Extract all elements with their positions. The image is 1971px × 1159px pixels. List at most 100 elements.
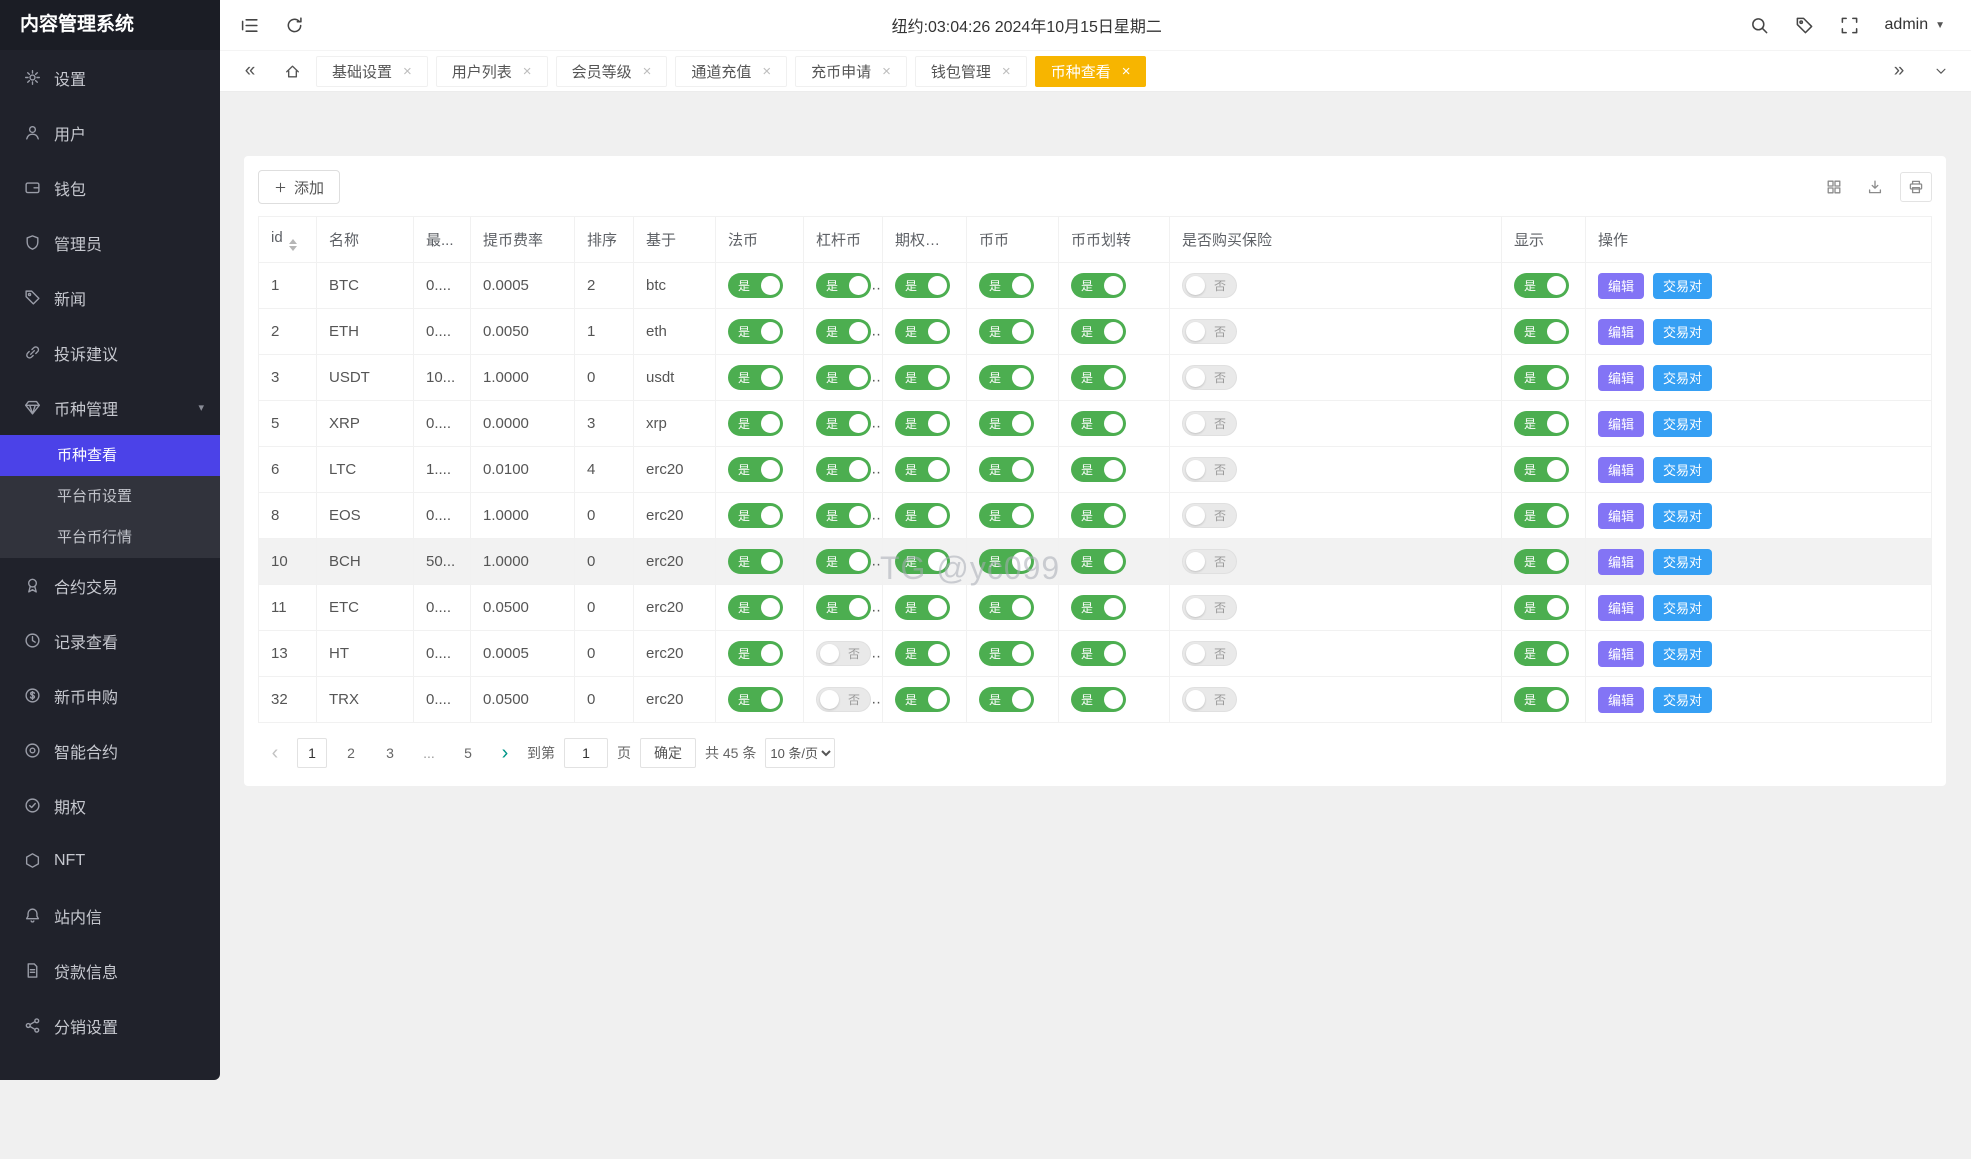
fiat-toggle[interactable]: 是: [728, 595, 783, 620]
edit-button[interactable]: 编辑: [1598, 641, 1644, 667]
sort-icon[interactable]: [289, 239, 297, 251]
options-trade-toggle[interactable]: 是: [895, 549, 950, 574]
display-toggle[interactable]: 是: [1514, 319, 1569, 344]
scroll-tabs-left-icon[interactable]: «: [232, 51, 268, 91]
sidebar-item-options[interactable]: 期权: [0, 778, 220, 833]
sidebar-subitem-coin-view[interactable]: 币种查看: [0, 435, 220, 476]
leverage-toggle[interactable]: 是: [816, 411, 871, 436]
fiat-toggle[interactable]: 是: [728, 641, 783, 666]
fullscreen-icon[interactable]: [1840, 16, 1859, 35]
options-trade-toggle[interactable]: 是: [895, 457, 950, 482]
coin-coin-toggle[interactable]: 是: [979, 595, 1034, 620]
sidebar-item-smart-contract[interactable]: 智能合约: [0, 723, 220, 778]
insurance-toggle[interactable]: 否: [1182, 365, 1237, 390]
tab-basic-settings[interactable]: 基础设置×: [316, 56, 428, 87]
sidebar-subitem-platform-coin-market[interactable]: 平台币行情: [0, 517, 220, 558]
edit-button[interactable]: 编辑: [1598, 687, 1644, 713]
display-toggle[interactable]: 是: [1514, 365, 1569, 390]
trading-pair-button[interactable]: 交易对: [1653, 549, 1712, 575]
sidebar-item-coin-manage[interactable]: 币种管理▾: [0, 380, 220, 435]
coin-transfer-toggle[interactable]: 是: [1071, 549, 1126, 574]
fiat-toggle[interactable]: 是: [728, 365, 783, 390]
insurance-toggle[interactable]: 否: [1182, 549, 1237, 574]
sidebar-item-distribution[interactable]: 分销设置: [0, 998, 220, 1053]
tab-member-level[interactable]: 会员等级×: [556, 56, 668, 87]
close-icon[interactable]: ×: [523, 64, 532, 79]
coin-coin-toggle[interactable]: 是: [979, 503, 1034, 528]
trading-pair-button[interactable]: 交易对: [1653, 411, 1712, 437]
tab-channel-recharge[interactable]: 通道充值×: [675, 56, 787, 87]
sidebar-item-loan[interactable]: 贷款信息: [0, 943, 220, 998]
display-toggle[interactable]: 是: [1514, 503, 1569, 528]
leverage-toggle[interactable]: 是: [816, 319, 871, 344]
page-number-1[interactable]: 1: [297, 738, 327, 768]
fiat-toggle[interactable]: 是: [728, 503, 783, 528]
tab-wallet-manage[interactable]: 钱包管理×: [915, 56, 1027, 87]
display-toggle[interactable]: 是: [1514, 595, 1569, 620]
options-trade-toggle[interactable]: 是: [895, 687, 950, 712]
insurance-toggle[interactable]: 否: [1182, 687, 1237, 712]
page-number-3[interactable]: 3: [375, 738, 405, 768]
trading-pair-button[interactable]: 交易对: [1653, 457, 1712, 483]
insurance-toggle[interactable]: 否: [1182, 273, 1237, 298]
close-icon[interactable]: ×: [1002, 64, 1011, 79]
trading-pair-button[interactable]: 交易对: [1653, 365, 1712, 391]
page-number-2[interactable]: 2: [336, 738, 366, 768]
leverage-toggle[interactable]: 是: [816, 273, 871, 298]
sidebar-item-settings[interactable]: 设置: [0, 50, 220, 105]
sidebar-item-messages[interactable]: 站内信: [0, 888, 220, 943]
display-toggle[interactable]: 是: [1514, 457, 1569, 482]
coin-transfer-toggle[interactable]: 是: [1071, 273, 1126, 298]
coin-transfer-toggle[interactable]: 是: [1071, 319, 1126, 344]
trading-pair-button[interactable]: 交易对: [1653, 273, 1712, 299]
display-toggle[interactable]: 是: [1514, 549, 1569, 574]
coin-transfer-toggle[interactable]: 是: [1071, 641, 1126, 666]
add-button[interactable]: 添加: [258, 170, 340, 204]
trading-pair-button[interactable]: 交易对: [1653, 687, 1712, 713]
leverage-toggle[interactable]: 是: [816, 595, 871, 620]
options-trade-toggle[interactable]: 是: [895, 365, 950, 390]
coin-transfer-toggle[interactable]: 是: [1071, 457, 1126, 482]
fiat-toggle[interactable]: 是: [728, 273, 783, 298]
sidebar-item-contract-trade[interactable]: 合约交易: [0, 558, 220, 613]
edit-button[interactable]: 编辑: [1598, 503, 1644, 529]
leverage-toggle[interactable]: 是: [816, 503, 871, 528]
sidebar-item-admins[interactable]: 管理员: [0, 215, 220, 270]
sidebar-item-users[interactable]: 用户: [0, 105, 220, 160]
confirm-page-button[interactable]: 确定: [640, 738, 696, 768]
leverage-toggle[interactable]: 是: [816, 549, 871, 574]
edit-button[interactable]: 编辑: [1598, 365, 1644, 391]
insurance-toggle[interactable]: 否: [1182, 641, 1237, 666]
edit-button[interactable]: 编辑: [1598, 273, 1644, 299]
close-icon[interactable]: ×: [1122, 64, 1131, 79]
coin-coin-toggle[interactable]: 是: [979, 319, 1034, 344]
coin-transfer-toggle[interactable]: 是: [1071, 687, 1126, 712]
edit-button[interactable]: 编辑: [1598, 549, 1644, 575]
coin-coin-toggle[interactable]: 是: [979, 641, 1034, 666]
insurance-toggle[interactable]: 否: [1182, 457, 1237, 482]
scroll-tabs-right-icon[interactable]: »: [1881, 51, 1917, 91]
edit-button[interactable]: 编辑: [1598, 595, 1644, 621]
tab-user-list[interactable]: 用户列表×: [436, 56, 548, 87]
coin-coin-toggle[interactable]: 是: [979, 273, 1034, 298]
options-trade-toggle[interactable]: 是: [895, 595, 950, 620]
coin-transfer-toggle[interactable]: 是: [1071, 411, 1126, 436]
insurance-toggle[interactable]: 否: [1182, 503, 1237, 528]
coin-coin-toggle[interactable]: 是: [979, 365, 1034, 390]
edit-button[interactable]: 编辑: [1598, 457, 1644, 483]
options-trade-toggle[interactable]: 是: [895, 411, 950, 436]
tab-coin-view[interactable]: 币种查看×: [1035, 56, 1147, 87]
fiat-toggle[interactable]: 是: [728, 319, 783, 344]
sidebar-item-nft[interactable]: NFT: [0, 833, 220, 888]
export-icon[interactable]: [1859, 172, 1891, 202]
display-toggle[interactable]: 是: [1514, 273, 1569, 298]
options-trade-toggle[interactable]: 是: [895, 503, 950, 528]
search-icon[interactable]: [1750, 16, 1769, 35]
sidebar-item-news[interactable]: 新闻: [0, 270, 220, 325]
goto-page-input[interactable]: [564, 738, 608, 768]
edit-button[interactable]: 编辑: [1598, 411, 1644, 437]
tag-icon[interactable]: [1795, 16, 1814, 35]
user-menu[interactable]: admin ▼: [1885, 16, 1945, 34]
fiat-toggle[interactable]: 是: [728, 411, 783, 436]
page-number-5[interactable]: 5: [453, 738, 483, 768]
